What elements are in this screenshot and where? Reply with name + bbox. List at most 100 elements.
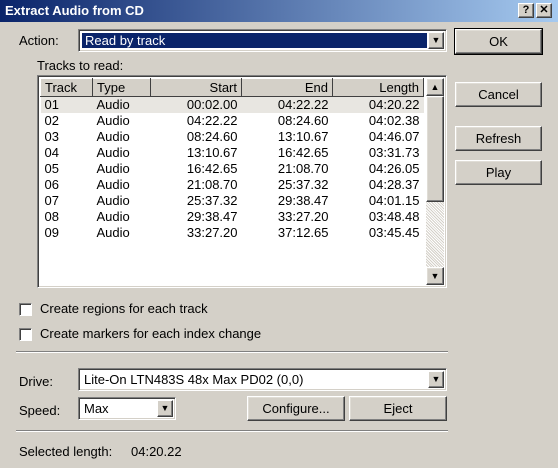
cell-end: 25:37.32	[277, 177, 329, 192]
cell-track: 02	[44, 113, 59, 128]
cell-start: 21:08.70	[186, 177, 238, 192]
ok-button-label: OK	[489, 34, 508, 49]
help-button[interactable]: ?	[518, 3, 534, 18]
tracks-header-row: Track Type Start End Length	[40, 78, 424, 97]
scroll-up-icon[interactable]: ▲	[426, 78, 444, 96]
cell-end: 37:12.65	[277, 225, 329, 240]
tracks-list[interactable]: Track Type Start End Length 01 Audio 00:…	[37, 75, 447, 288]
table-row[interactable]: 07 Audio 25:37.32 29:38.47 04:01.15	[41, 193, 424, 209]
cell-end: 21:08.70	[277, 161, 329, 176]
cell-track: 08	[44, 209, 59, 224]
cell-length: 04:20.22	[332, 96, 424, 113]
cell-start: 13:10.67	[186, 145, 238, 160]
cell-track: 06	[44, 177, 59, 192]
cell-track: 03	[44, 129, 59, 144]
table-row[interactable]: 05 Audio 16:42.65 21:08.70 04:26.05	[41, 161, 424, 177]
cell-track: 04	[44, 145, 59, 160]
speed-dropdown[interactable]: Max ▼	[78, 397, 176, 420]
window-title: Extract Audio from CD	[5, 3, 144, 18]
separator	[16, 351, 448, 353]
cell-type: Audio	[96, 177, 130, 192]
cancel-button-label: Cancel	[478, 87, 519, 102]
column-header-end[interactable]: End	[241, 78, 333, 97]
column-header-type[interactable]: Type	[92, 78, 151, 97]
cell-start: 00:02.00	[150, 96, 242, 113]
table-row[interactable]: 03 Audio 08:24.60 13:10.67 04:46.07	[41, 129, 424, 145]
refresh-button-label: Refresh	[475, 131, 522, 146]
cell-track: 07	[44, 193, 59, 208]
chevron-down-icon[interactable]: ▼	[428, 32, 444, 49]
cell-length: 04:01.15	[368, 193, 420, 208]
create-markers-checkbox[interactable]	[19, 328, 32, 341]
cell-length: 04:28.37	[368, 177, 420, 192]
close-icon: ✕	[539, 4, 549, 16]
drive-value: Lite-On LTN483S 48x Max PD02 (0,0)	[84, 372, 304, 387]
action-dropdown[interactable]: Read by track ▼	[78, 29, 447, 52]
cell-type: Audio	[96, 161, 130, 176]
cell-start: 29:38.47	[186, 209, 238, 224]
selected-length-value: 04:20.22	[131, 444, 182, 459]
cell-type: Audio	[96, 113, 130, 128]
close-button[interactable]: ✕	[536, 3, 552, 18]
cell-length: 04:46.07	[368, 129, 420, 144]
title-bar[interactable]: Extract Audio from CD ? ✕	[0, 0, 558, 22]
table-row[interactable]: 01 Audio 00:02.00 04:22.22 04:20.22	[40, 96, 424, 113]
chevron-down-icon[interactable]: ▼	[428, 371, 444, 388]
cell-type: Audio	[92, 96, 151, 113]
create-regions-label[interactable]: Create regions for each track	[40, 301, 208, 316]
table-row[interactable]: 06 Audio 21:08.70 25:37.32 04:28.37	[41, 177, 424, 193]
tracks-group-label: Tracks to read:	[37, 58, 124, 73]
tracks-table: Track Type Start End Length 01 Audio 00:…	[40, 78, 424, 241]
cancel-button[interactable]: Cancel	[455, 82, 542, 107]
cell-end: 16:42.65	[277, 145, 329, 160]
scrollbar-thumb[interactable]	[426, 96, 444, 202]
cell-start: 04:22.22	[186, 113, 238, 128]
ok-button[interactable]: OK	[454, 28, 543, 55]
cell-start: 16:42.65	[186, 161, 238, 176]
action-value: Read by track	[85, 33, 166, 48]
cell-type: Audio	[96, 129, 130, 144]
scroll-down-icon[interactable]: ▼	[426, 267, 444, 285]
drive-label: Drive:	[19, 374, 53, 389]
cell-track: 05	[44, 161, 59, 176]
cell-end: 08:24.60	[277, 113, 329, 128]
cell-start: 25:37.32	[186, 193, 238, 208]
column-header-track[interactable]: Track	[40, 78, 93, 97]
separator	[16, 430, 448, 432]
chevron-down-icon[interactable]: ▼	[157, 400, 173, 417]
action-label: Action:	[19, 33, 59, 48]
table-row[interactable]: 04 Audio 13:10.67 16:42.65 03:31.73	[41, 145, 424, 161]
action-selection-highlight: Read by track	[82, 33, 427, 48]
create-markers-label[interactable]: Create markers for each index change	[40, 326, 261, 341]
column-header-start[interactable]: Start	[150, 78, 242, 97]
cell-type: Audio	[96, 193, 130, 208]
cell-type: Audio	[96, 225, 130, 240]
cell-length: 03:45.45	[368, 225, 420, 240]
tracks-scrollbar[interactable]: ▲ ▼	[426, 78, 444, 285]
eject-button[interactable]: Eject	[349, 396, 447, 421]
help-icon: ?	[522, 4, 530, 16]
create-regions-checkbox[interactable]	[19, 303, 32, 316]
cell-type: Audio	[96, 209, 130, 224]
play-button[interactable]: Play	[455, 160, 542, 185]
table-row[interactable]: 09 Audio 33:27.20 37:12.65 03:45.45	[41, 225, 424, 241]
cell-length: 04:02.38	[368, 113, 420, 128]
cell-type: Audio	[96, 145, 130, 160]
table-row[interactable]: 02 Audio 04:22.22 08:24.60 04:02.38	[41, 113, 424, 129]
configure-button[interactable]: Configure...	[247, 396, 345, 421]
cell-length: 03:48.48	[368, 209, 420, 224]
cell-start: 33:27.20	[186, 225, 238, 240]
cell-track: 01	[40, 96, 93, 113]
play-button-label: Play	[485, 165, 512, 180]
cell-length: 03:31.73	[368, 145, 420, 160]
cell-track: 09	[44, 225, 59, 240]
column-header-length[interactable]: Length	[332, 78, 424, 97]
extract-audio-dialog: Extract Audio from CD ? ✕ Action: Read b…	[0, 0, 558, 468]
table-row[interactable]: 08 Audio 29:38.47 33:27.20 03:48.48	[41, 209, 424, 225]
cell-end: 29:38.47	[277, 193, 329, 208]
drive-dropdown[interactable]: Lite-On LTN483S 48x Max PD02 (0,0) ▼	[78, 368, 447, 391]
eject-button-label: Eject	[383, 401, 413, 416]
cell-end: 33:27.20	[277, 209, 329, 224]
refresh-button[interactable]: Refresh	[455, 126, 542, 151]
cell-end: 04:22.22	[241, 96, 333, 113]
